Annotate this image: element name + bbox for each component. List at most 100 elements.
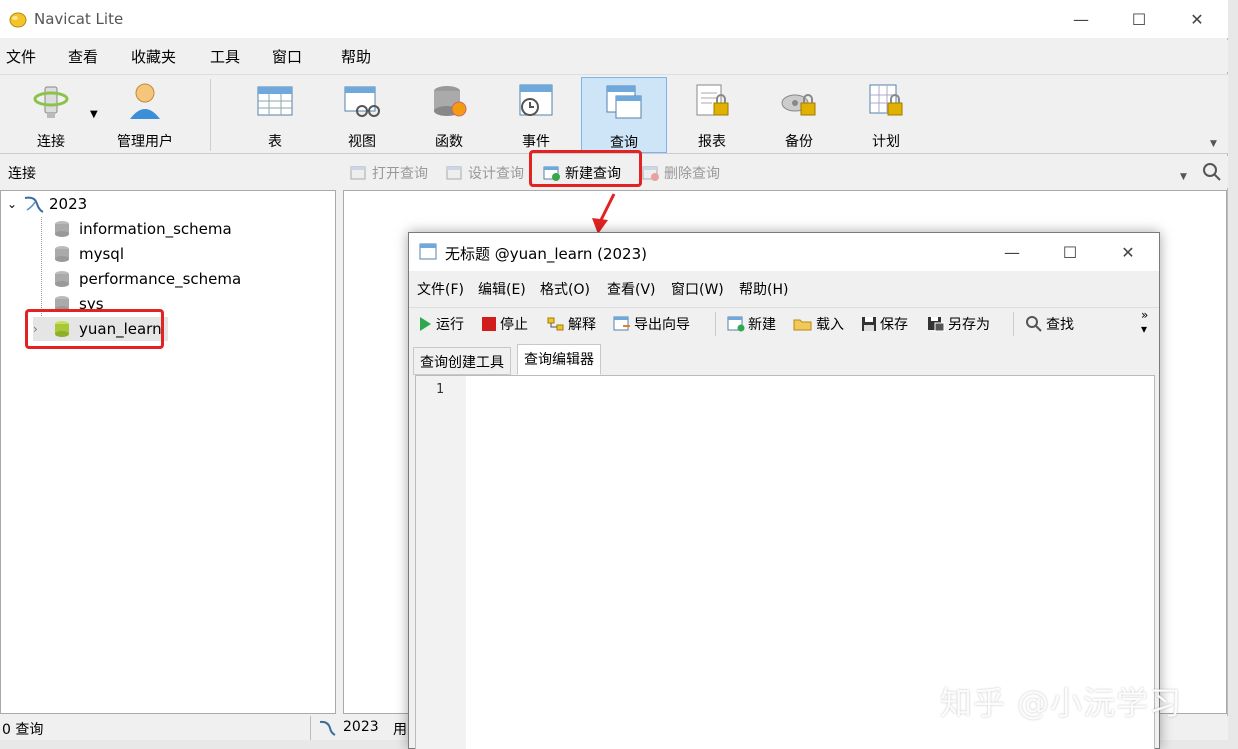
toolbar-backup-button[interactable]: 备份 bbox=[756, 77, 842, 153]
toolbar-manage-users-label: 管理用户 bbox=[117, 134, 173, 150]
toolbar-connection-button[interactable]: 连接 bbox=[8, 77, 94, 153]
menu-tools[interactable]: 工具 bbox=[210, 46, 240, 67]
query-menu-format[interactable]: 格式(O) bbox=[540, 279, 590, 299]
run-button[interactable]: 运行 bbox=[417, 314, 464, 334]
chevron-down-icon[interactable]: ▼ bbox=[90, 109, 98, 120]
query-title-bar: 无标题 @yuan_learn (2023) — ☐ ✕ bbox=[409, 233, 1159, 271]
toolbar-event-label: 事件 bbox=[522, 134, 550, 150]
find-button[interactable]: 查找 bbox=[1025, 314, 1074, 334]
new-query-icon bbox=[727, 316, 745, 332]
toolbar-schedule-button[interactable]: 计划 bbox=[843, 77, 929, 153]
title-bar: Navicat Lite — ☐ ✕ bbox=[0, 0, 1228, 38]
toolbar-separator bbox=[210, 79, 211, 151]
user-icon bbox=[130, 83, 160, 119]
tab-query-editor[interactable]: 查询编辑器 bbox=[517, 344, 601, 375]
export-wizard-label: 导出向导 bbox=[634, 317, 690, 333]
menu-view[interactable]: 查看 bbox=[68, 46, 98, 67]
status-user: 用 bbox=[393, 722, 407, 738]
yuan-learn-highlight bbox=[25, 309, 164, 349]
tree-db-label: performance_schema bbox=[79, 270, 242, 288]
window-title: Navicat Lite bbox=[34, 10, 124, 28]
query-menu-bar: 文件(F) 编辑(E) 格式(O) 查看(V) 窗口(W) 帮助(H) bbox=[409, 273, 1159, 303]
menu-window[interactable]: 窗口 bbox=[272, 46, 302, 67]
mysql-dolphin-icon bbox=[24, 196, 44, 213]
query-tab-strip: 查询创建工具 查询编辑器 bbox=[409, 343, 1159, 375]
database-icon bbox=[55, 271, 69, 287]
chevron-down-icon[interactable]: ⌄ bbox=[7, 197, 23, 211]
toolbar-view-label: 视图 bbox=[348, 134, 376, 150]
tree-db-mysql[interactable]: mysql bbox=[53, 242, 124, 266]
save-as-button[interactable]: 另存为 bbox=[927, 314, 990, 334]
open-query-button[interactable]: 打开查询 bbox=[350, 163, 428, 183]
toolbar-report-button[interactable]: 报表 bbox=[669, 77, 755, 153]
run-label: 运行 bbox=[436, 317, 464, 333]
query-menu-window[interactable]: 窗口(W) bbox=[671, 279, 724, 299]
save-icon bbox=[862, 317, 876, 331]
query-menu-help[interactable]: 帮助(H) bbox=[739, 279, 788, 299]
new-label: 新建 bbox=[748, 317, 776, 333]
query-maximize-button[interactable]: ☐ bbox=[1047, 237, 1093, 267]
search-icon bbox=[1026, 316, 1042, 332]
status-divider bbox=[310, 716, 311, 740]
toolbar-report-label: 报表 bbox=[698, 134, 726, 150]
query-menu-edit[interactable]: 编辑(E) bbox=[478, 279, 526, 299]
toolbar-event-button[interactable]: 事件 bbox=[493, 77, 579, 153]
delete-query-button[interactable]: 删除查询 bbox=[642, 163, 720, 183]
design-query-button[interactable]: 设计查询 bbox=[446, 163, 524, 183]
toolbar-table-button[interactable]: 表 bbox=[232, 77, 318, 153]
maximize-button[interactable]: ☐ bbox=[1116, 4, 1162, 34]
query-close-button[interactable]: ✕ bbox=[1105, 237, 1151, 267]
query-window: 无标题 @yuan_learn (2023) — ☐ ✕ 文件(F) 编辑(E)… bbox=[408, 232, 1160, 749]
menu-bar: 文件 查看 收藏夹 工具 窗口 帮助 bbox=[0, 40, 1228, 72]
query-minimize-button[interactable]: — bbox=[989, 237, 1035, 267]
connection-pane-title: 连接 bbox=[8, 166, 36, 182]
status-connection: 2023 bbox=[343, 719, 379, 735]
schedule-icon bbox=[869, 84, 903, 116]
toolbar-view-button[interactable]: 视图 bbox=[319, 77, 405, 153]
export-wizard-button[interactable]: 导出向导 bbox=[613, 314, 690, 334]
connection-tree: ⌄ 2023 information_schema mysql performa… bbox=[0, 190, 336, 714]
navicat-logo-icon bbox=[9, 12, 27, 28]
save-button[interactable]: 保存 bbox=[861, 314, 908, 334]
export-wizard-icon bbox=[613, 316, 630, 331]
toolbar-function-button[interactable]: 函数 bbox=[406, 77, 492, 153]
menu-file[interactable]: 文件 bbox=[6, 46, 36, 67]
toolbar-overflow-icon[interactable]: » ▾ bbox=[1141, 308, 1148, 336]
new-query-highlight bbox=[529, 150, 642, 187]
new-button[interactable]: 新建 bbox=[727, 314, 776, 334]
query-window-title: 无标题 @yuan_learn (2023) bbox=[445, 245, 647, 263]
design-query-label: 设计查询 bbox=[468, 166, 524, 182]
tab-query-builder[interactable]: 查询创建工具 bbox=[413, 347, 511, 375]
search-icon[interactable] bbox=[1202, 162, 1222, 182]
tree-db-performance-schema[interactable]: performance_schema bbox=[53, 267, 241, 291]
toolbar-function-label: 函数 bbox=[435, 134, 463, 150]
explain-label: 解释 bbox=[568, 317, 596, 333]
watermark: 知乎 @小沅学习 bbox=[940, 684, 1183, 722]
query-menu-file[interactable]: 文件(F) bbox=[417, 279, 464, 299]
table-icon bbox=[257, 86, 293, 116]
tree-connection-label: 2023 bbox=[49, 195, 88, 213]
explain-icon bbox=[547, 317, 564, 331]
tree-connection-node[interactable]: ⌄ 2023 bbox=[7, 192, 87, 216]
explain-button[interactable]: 解释 bbox=[547, 314, 596, 334]
red-arrow-annotation bbox=[592, 193, 616, 234]
toolbar-backup-label: 备份 bbox=[785, 134, 813, 150]
pane-splitter[interactable] bbox=[336, 190, 342, 714]
toolbar-overflow-icon[interactable]: ▼ bbox=[1210, 139, 1217, 149]
load-button[interactable]: 载入 bbox=[793, 314, 844, 334]
function-icon bbox=[434, 86, 467, 117]
query-menu-view[interactable]: 查看(V) bbox=[607, 279, 656, 299]
menu-favorites[interactable]: 收藏夹 bbox=[131, 46, 176, 67]
chevron-down-icon[interactable]: ▼ bbox=[1180, 172, 1187, 182]
toolbar-query-button[interactable]: 查询 bbox=[581, 77, 667, 153]
stop-button[interactable]: 停止 bbox=[481, 314, 528, 334]
database-icon bbox=[55, 221, 69, 237]
minimize-button[interactable]: — bbox=[1058, 4, 1104, 34]
tree-db-information-schema[interactable]: information_schema bbox=[53, 217, 232, 241]
toolbar-schedule-label: 计划 bbox=[872, 134, 900, 150]
menu-help[interactable]: 帮助 bbox=[341, 46, 371, 67]
connection-icon bbox=[33, 86, 69, 118]
toolbar-manage-users-button[interactable]: 管理用户 bbox=[102, 77, 188, 153]
close-button[interactable]: ✕ bbox=[1174, 4, 1220, 34]
load-label: 载入 bbox=[816, 317, 844, 333]
